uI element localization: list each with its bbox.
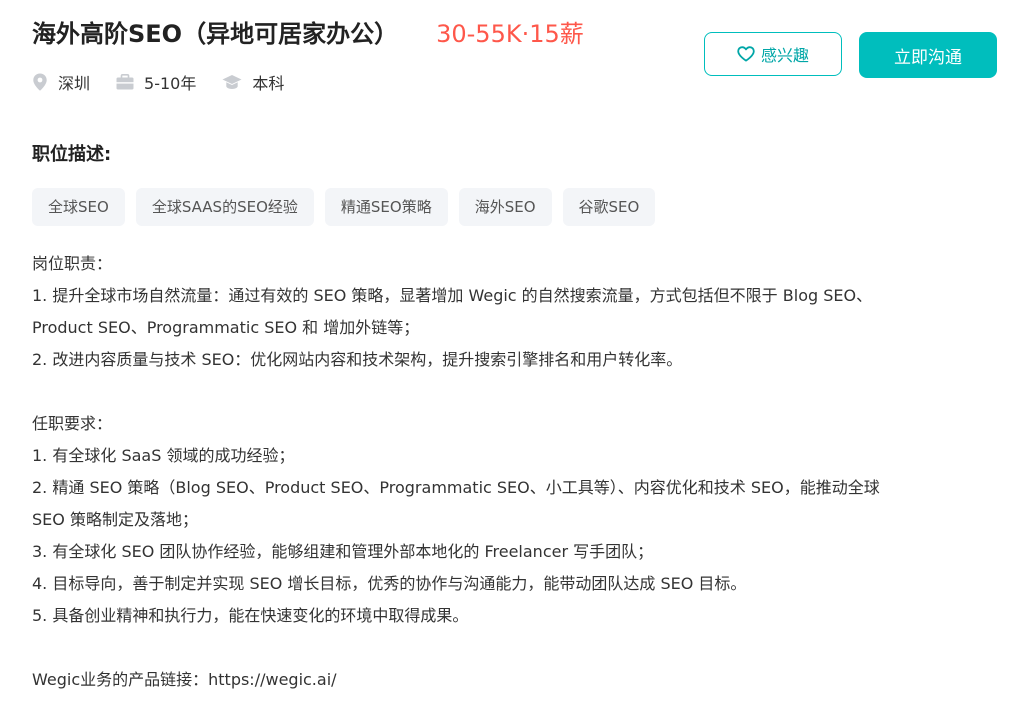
briefcase-icon xyxy=(116,74,134,90)
meta-experience: 5-10年 xyxy=(116,70,196,94)
description-line: 5. 具备创业精神和执行力，能在快速变化的环境中取得成果。 xyxy=(32,606,469,625)
interest-label: 感兴趣 xyxy=(760,46,809,65)
heart-icon xyxy=(737,46,755,62)
description-line: SEO 策略制定及落地； xyxy=(32,510,198,529)
skill-tag[interactable]: 精通SEO策略 xyxy=(324,188,448,226)
description-line: 1. 提升全球市场自然流量：通过有效的 SEO 策略，显著增加 Wegic 的自… xyxy=(32,286,873,305)
job-description-text: 岗位职责： 1. 提升全球市场自然流量：通过有效的 SEO 策略，显著增加 We… xyxy=(32,248,1007,696)
meta-location: 深圳 xyxy=(32,70,90,94)
skill-tag[interactable]: 海外SEO xyxy=(458,188,552,226)
job-meta: 深圳 5-10年 本科 xyxy=(32,70,310,94)
skill-tag[interactable]: 谷歌SEO xyxy=(562,188,656,226)
description-line: 2. 改进内容质量与技术 SEO：优化网站内容和技术架构，提升搜索引擎排名和用户… xyxy=(32,350,683,369)
chat-now-button[interactable]: 立即沟通 xyxy=(859,32,997,78)
skill-tags: 全球SEO 全球SAAS的SEO经验 精通SEO策略 海外SEO 谷歌SEO xyxy=(32,188,666,226)
graduation-cap-icon xyxy=(222,75,242,89)
meta-education: 本科 xyxy=(222,70,284,94)
skill-tag[interactable]: 全球SEO xyxy=(32,188,125,226)
description-line: 岗位职责： xyxy=(32,254,113,273)
job-header: 海外高阶SEO（异地可居家办公） 30-55K·15薪 xyxy=(32,14,584,49)
interest-button[interactable]: 感兴趣 xyxy=(704,32,842,76)
description-line: 3. 有全球化 SEO 团队协作经验，能够组建和管理外部本地化的 Freelan… xyxy=(32,542,654,561)
description-line: 1. 有全球化 SaaS 领域的成功经验； xyxy=(32,446,295,465)
description-line: Product SEO、Programmatic SEO 和 增加外链等； xyxy=(32,318,420,337)
salary: 30-55K·15薪 xyxy=(436,20,584,48)
product-link-line: Wegic业务的产品链接：https://wegic.ai/ xyxy=(32,670,337,689)
location-pin-icon xyxy=(33,73,47,91)
location-text: 深圳 xyxy=(58,74,91,93)
education-text: 本科 xyxy=(252,74,285,93)
description-blank-line xyxy=(32,376,1007,408)
chat-label: 立即沟通 xyxy=(894,47,962,68)
job-title: 海外高阶SEO（异地可居家办公） xyxy=(32,20,399,48)
description-line: 4. 目标导向，善于制定并实现 SEO 增长目标，优秀的协作与沟通能力，能带动团… xyxy=(32,574,747,593)
description-blank-line xyxy=(32,632,1007,664)
job-detail-panel: 海外高阶SEO（异地可居家办公） 30-55K·15薪 深圳 5-10年 本科 xyxy=(0,0,1018,728)
experience-text: 5-10年 xyxy=(144,74,197,93)
skill-tag[interactable]: 全球SAAS的SEO经验 xyxy=(135,188,314,226)
description-line: 2. 精通 SEO 策略（Blog SEO、Product SEO、Progra… xyxy=(32,478,880,497)
description-heading: 职位描述: xyxy=(32,144,112,165)
description-line: 任职要求： xyxy=(32,414,113,433)
